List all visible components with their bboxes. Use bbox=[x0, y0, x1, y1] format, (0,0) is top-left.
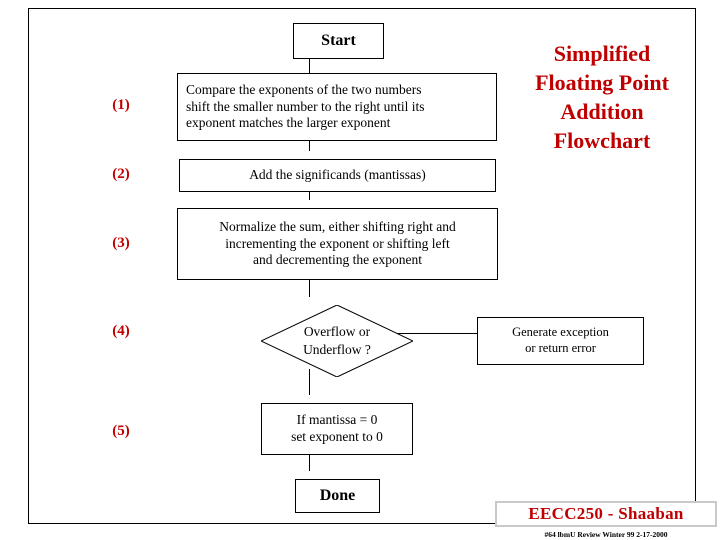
step-label-5: (5) bbox=[112, 423, 130, 439]
mantissa-line-2: set exponent to 0 bbox=[291, 429, 383, 444]
title-line-1: Simplified bbox=[553, 41, 651, 66]
title-line-4: Flowchart bbox=[553, 128, 651, 154]
normalize-line-1: Normalize the sum, either shifting right… bbox=[219, 218, 456, 234]
decision-line-2: Underflow ? bbox=[303, 342, 371, 357]
footer-banner: EECC250 - Shaaban bbox=[495, 501, 717, 527]
flow-node-start[interactable]: Start bbox=[293, 23, 384, 59]
step-label-1: (1) bbox=[112, 97, 130, 113]
exception-line-2: or return error bbox=[525, 341, 596, 355]
page-title: Simplified Floating Point Addition Flowc… bbox=[499, 39, 705, 155]
step-label-4: (4) bbox=[112, 323, 130, 339]
flow-node-compare-exponents[interactable]: Compare the exponents of the two numbers… bbox=[177, 73, 497, 141]
flow-node-generate-exception[interactable]: Generate exception or return error bbox=[477, 317, 644, 365]
title-line-3: Addition bbox=[560, 99, 644, 125]
flow-node-done-label: Done bbox=[319, 487, 356, 504]
flow-node-start-label: Start bbox=[321, 32, 356, 49]
title-line-2: Floating Point bbox=[535, 70, 669, 96]
exception-line-1: Generate exception bbox=[512, 325, 609, 340]
step-label-2: (2) bbox=[112, 166, 130, 182]
footer-note: #64 lbmU Review Winter 99 2-17-2000 bbox=[544, 530, 668, 539]
flow-node-mantissa-zero[interactable]: If mantissa = 0 set exponent to 0 bbox=[261, 403, 413, 455]
step-label-3: (3) bbox=[112, 235, 130, 251]
flow-node-add-label: Add the significands (mantissas) bbox=[249, 167, 426, 183]
compare-line-2: shift the smaller number to the right un… bbox=[186, 98, 425, 114]
decision-line-1: Overflow or bbox=[303, 324, 371, 340]
flow-node-add-significands[interactable]: Add the significands (mantissas) bbox=[179, 159, 496, 192]
footer-banner-label: EECC250 - Shaaban bbox=[528, 504, 684, 523]
mantissa-line-1: If mantissa = 0 bbox=[296, 412, 378, 428]
normalize-line-3: and decrementing the exponent bbox=[252, 252, 423, 268]
slide-frame: (1) (2) (3) (4) (5) Start Compare the ex… bbox=[28, 8, 717, 539]
compare-line-3: exponent matches the larger exponent bbox=[186, 115, 391, 131]
normalize-line-2: incrementing the exponent or shifting le… bbox=[225, 235, 450, 251]
flow-node-normalize[interactable]: Normalize the sum, either shifting right… bbox=[177, 208, 498, 280]
flow-node-overflow-underflow-decision[interactable]: Overflow or Underflow ? bbox=[261, 305, 413, 377]
compare-line-1: Compare the exponents of the two numbers bbox=[186, 81, 422, 97]
flow-node-done[interactable]: Done bbox=[295, 479, 380, 513]
